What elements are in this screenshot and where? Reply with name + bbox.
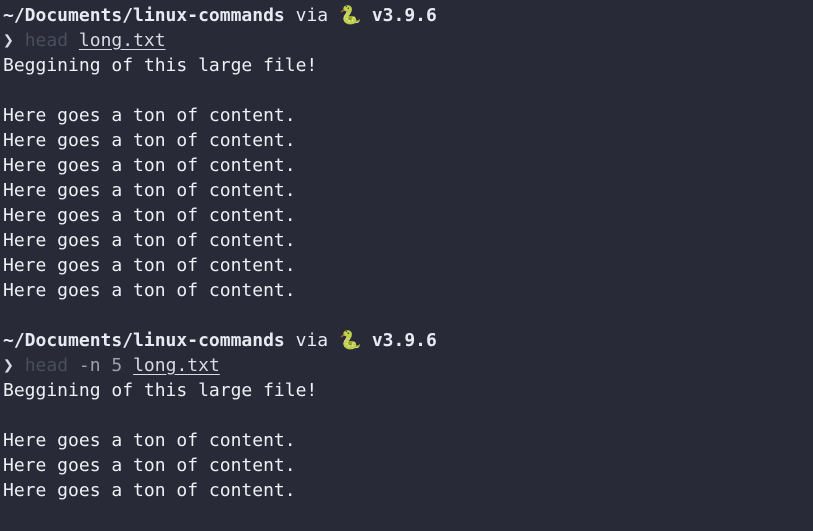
output-line: Here goes a ton of content. [3,230,296,251]
file-argument: long.txt [133,355,220,376]
command-name: head [24,30,69,51]
via-label: via [295,5,329,26]
output-line: Here goes a ton of content. [3,180,296,201]
command-line: ❯ head -n 5 long.txt [3,353,809,378]
python-icon: 🐍 [338,5,362,26]
output-line: Beggining of this large file! [3,55,318,76]
prompt-symbol: ❯ [3,30,14,51]
via-label: via [295,330,329,351]
python-version: v3.9.6 [371,5,437,26]
command-line: ❯ head long.txt [3,28,809,53]
terminal-window[interactable]: ~/Documents/linux-commands via 🐍 v3.9.6 … [3,3,809,503]
output-line: Here goes a ton of content. [3,430,296,451]
output-line: Beggining of this large file! [3,380,318,401]
command-name: head [24,355,69,376]
python-icon: 🐍 [338,330,362,351]
python-version: v3.9.6 [371,330,437,351]
output-line: Here goes a ton of content. [3,280,296,301]
output-line: Here goes a ton of content. [3,455,296,476]
prompt-header: ~/Documents/linux-commands via 🐍 v3.9.6 [3,3,809,28]
output-line: Here goes a ton of content. [3,205,296,226]
output-line: Here goes a ton of content. [3,105,296,126]
file-argument: long.txt [78,30,166,51]
cwd-path: ~/Documents/linux-commands [3,5,285,26]
cwd-path: ~/Documents/linux-commands [3,330,285,351]
command-args: -n 5 [78,355,123,376]
output-line: Here goes a ton of content. [3,130,296,151]
output-line: Here goes a ton of content. [3,480,296,501]
prompt-header: ~/Documents/linux-commands via 🐍 v3.9.6 [3,328,809,353]
prompt-symbol: ❯ [3,355,14,376]
output-line: Here goes a ton of content. [3,255,296,276]
output-line: Here goes a ton of content. [3,155,296,176]
